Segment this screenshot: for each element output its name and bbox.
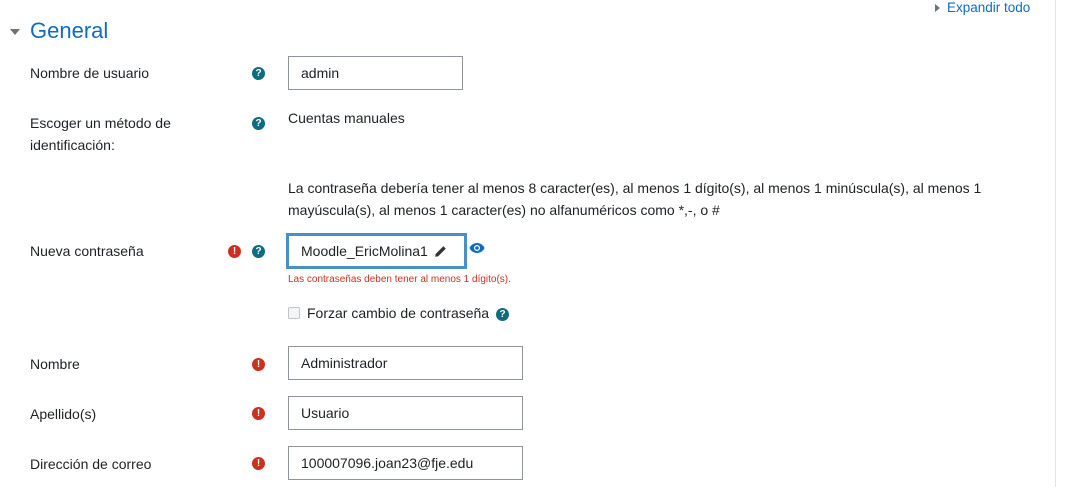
question-circle-icon[interactable]: ? [252, 117, 265, 130]
exclamation-circle-icon: ! [228, 245, 241, 258]
lastname-label: Apellido(s) [30, 406, 97, 422]
new-password-value: Moodle_EricMolina1 [301, 243, 428, 259]
new-password-field[interactable]: Moodle_EricMolina1 [286, 233, 467, 269]
lastname-input[interactable]: Usuario [288, 396, 523, 430]
section-title[interactable]: General [30, 18, 108, 44]
collapse-toggle-icon[interactable] [10, 29, 20, 35]
auth-label-line2: identificación: [30, 137, 115, 153]
expand-all-label: Expandir todo [947, 0, 1031, 15]
exclamation-circle-icon: ! [252, 457, 265, 470]
firstname-label: Nombre [30, 356, 80, 372]
lastname-value: Usuario [301, 405, 350, 421]
email-label: Dirección de correo [30, 456, 152, 472]
exclamation-circle-icon: ! [252, 407, 265, 420]
question-circle-icon[interactable]: ? [252, 245, 265, 258]
new-password-label: Nueva contraseña [30, 243, 144, 259]
email-input[interactable]: 100007096.joan23@fje.edu [288, 446, 523, 480]
firstname-input[interactable]: Administrador [288, 346, 523, 380]
password-policy-line2: mayúscula(s), al menos 1 caracter(es) no… [288, 202, 720, 218]
caret-right-icon [935, 3, 940, 12]
username-label: Nombre de usuario [30, 65, 150, 81]
expand-all-link[interactable]: Expandir todo [935, 0, 1030, 15]
force-change-label[interactable]: Forzar cambio de contraseña [307, 304, 489, 322]
firstname-value: Administrador [301, 355, 388, 371]
question-circle-icon[interactable]: ? [252, 67, 265, 80]
exclamation-circle-icon: ! [252, 358, 265, 371]
content-right-border [1055, 0, 1056, 487]
question-circle-icon[interactable]: ? [496, 308, 509, 321]
password-error-message: Las contraseñas deben tener al menos 1 d… [288, 274, 511, 285]
auth-label-line1: Escoger un método de [30, 115, 171, 131]
pencil-icon[interactable] [434, 245, 447, 258]
email-value: 100007096.joan23@fje.edu [301, 455, 474, 471]
auth-value: Cuentas manuales [288, 110, 405, 126]
username-input[interactable]: admin [288, 56, 463, 90]
password-policy-line1: La contraseña debería tener al menos 8 c… [288, 180, 982, 196]
eye-icon[interactable] [469, 242, 485, 254]
username-value: admin [301, 65, 340, 81]
force-change-checkbox[interactable] [288, 307, 300, 319]
